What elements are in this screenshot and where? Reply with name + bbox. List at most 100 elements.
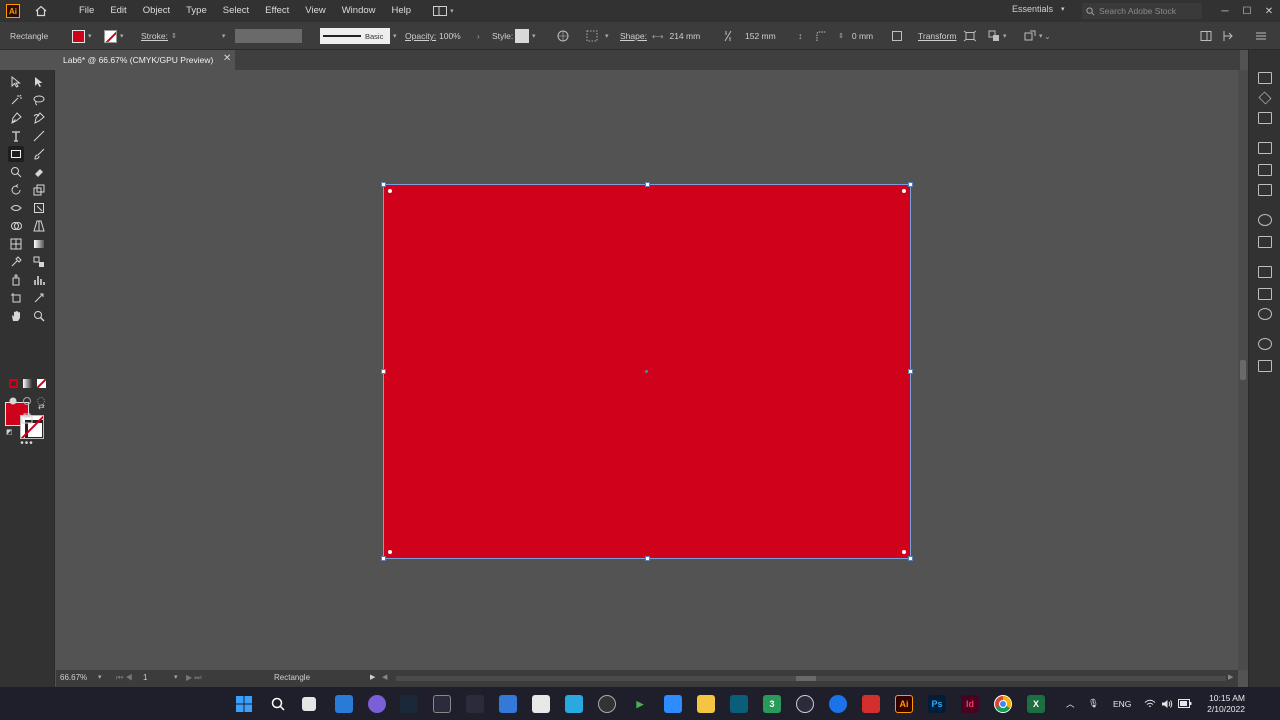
shape-builder-tool-icon[interactable] <box>8 218 24 234</box>
app-icon-6[interactable] <box>433 695 451 713</box>
width-field[interactable]: ⟷ 214 mm <box>652 22 700 50</box>
corner-widget-bottom-right[interactable] <box>901 549 907 555</box>
line-segment-tool-icon[interactable] <box>31 128 47 144</box>
widgets-icon[interactable] <box>335 695 353 713</box>
stroke-label[interactable]: Stroke: <box>141 22 168 50</box>
app-icon-19[interactable] <box>862 695 880 713</box>
scroll-right-icon[interactable]: ▶ <box>1228 673 1233 681</box>
bounding-handle-right[interactable] <box>908 369 913 374</box>
volume-icon[interactable] <box>1161 687 1173 720</box>
artboard-tool-icon[interactable] <box>8 290 24 306</box>
artboard-next-icons[interactable]: ▶ ⏭ <box>186 673 202 683</box>
transform-label[interactable]: Transform <box>918 22 956 50</box>
stroke-weight-stepper[interactable]: ⇕ ▾ <box>171 22 225 50</box>
edit-toolbar-icon[interactable]: ••• <box>19 435 35 451</box>
rectangle-center-point[interactable] <box>645 370 648 373</box>
paintbrush-tool-icon[interactable] <box>31 146 47 162</box>
battery-icon[interactable] <box>1178 687 1192 720</box>
isolate-button[interactable] <box>963 22 977 50</box>
maximize-button[interactable]: ☐ <box>1236 0 1258 22</box>
gradient-tool-icon[interactable] <box>31 236 47 252</box>
transform-icon-button[interactable] <box>891 22 903 50</box>
chevron-down-icon[interactable]: ⌄ <box>1044 22 1051 50</box>
width-tool-icon[interactable] <box>8 200 24 216</box>
mesh-tool-icon[interactable] <box>8 236 24 252</box>
show-hidden-icons[interactable]: ︿ <box>1066 687 1075 720</box>
vertical-scrollbar[interactable] <box>1238 70 1248 670</box>
vertical-scroll-thumb[interactable] <box>1240 360 1246 380</box>
windows-start-icon[interactable] <box>235 695 253 713</box>
rotate-tool-icon[interactable] <box>8 182 24 198</box>
stroke-panel-icon[interactable] <box>1258 266 1272 278</box>
control-menu-button[interactable] <box>1256 22 1266 50</box>
direct-selection-tool-icon[interactable] <box>31 74 47 90</box>
scale-tool-icon[interactable] <box>31 182 47 198</box>
wifi-icon[interactable] <box>1144 687 1156 720</box>
lasso-tool-icon[interactable] <box>31 92 47 108</box>
symbols-panel-icon[interactable] <box>1258 308 1272 320</box>
home-icon[interactable] <box>34 4 48 18</box>
arrange-documents-button[interactable]: ▾ <box>433 6 454 16</box>
bounding-handle-bottom-right[interactable] <box>908 556 913 561</box>
menu-effect[interactable]: Effect <box>257 0 297 22</box>
horizontal-scrollbar[interactable] <box>396 676 1226 681</box>
align-options-button[interactable]: ▾ <box>586 22 609 50</box>
menu-help[interactable]: Help <box>384 0 420 22</box>
fill-swatch[interactable] <box>72 29 85 43</box>
height-value[interactable]: 152 mm <box>745 31 776 41</box>
menu-type[interactable]: Type <box>178 0 215 22</box>
magic-wand-tool-icon[interactable] <box>8 92 24 108</box>
app-icon-10[interactable] <box>565 695 583 713</box>
blend-tool-icon[interactable] <box>31 254 47 270</box>
pen-tool-icon[interactable] <box>8 110 24 126</box>
menu-edit[interactable]: Edit <box>102 0 134 22</box>
select-similar-button[interactable]: ▾ <box>1024 22 1043 50</box>
screen-mode-icon[interactable] <box>19 411 35 427</box>
artboards-panel-icon[interactable] <box>1258 142 1272 154</box>
recolor-artwork-button[interactable] <box>557 22 569 50</box>
chevron-right-icon[interactable]: › <box>477 22 480 50</box>
constrain-proportions-button[interactable] <box>723 22 733 50</box>
perspective-grid-tool-icon[interactable] <box>31 218 47 234</box>
curvature-tool-icon[interactable] <box>31 110 47 126</box>
photoshop-taskbar-icon[interactable]: Ps <box>928 695 946 713</box>
menu-select[interactable]: Select <box>215 0 257 22</box>
none-mode-icon[interactable] <box>33 375 49 391</box>
arrange-button[interactable]: ▾ <box>988 22 1007 50</box>
teams-chat-icon[interactable] <box>368 695 386 713</box>
indesign-taskbar-icon[interactable]: Id <box>961 695 979 713</box>
width-value[interactable]: 214 mm <box>669 31 700 41</box>
corner-widget-bottom-left[interactable] <box>387 549 393 555</box>
brush-definition[interactable]: Basic ▾ <box>320 22 397 50</box>
graphic-style-picker[interactable]: ▾ <box>515 22 536 50</box>
task-view-icon[interactable] <box>302 697 316 711</box>
bounding-handle-top-right[interactable] <box>908 182 913 187</box>
app-icon-12[interactable]: ▶ <box>631 695 649 713</box>
variable-width-profile[interactable] <box>235 22 302 50</box>
hand-tool-icon[interactable] <box>8 308 24 324</box>
app-icon-16[interactable]: 3 <box>763 695 781 713</box>
close-window-button[interactable]: ✕ <box>1258 0 1280 22</box>
shaper-tool-icon[interactable] <box>8 164 24 180</box>
stroke-weight-field[interactable] <box>181 29 219 43</box>
minimize-button[interactable]: ─ <box>1214 0 1236 22</box>
panel-toggle-button[interactable] <box>1200 22 1212 50</box>
bounding-handle-left[interactable] <box>381 369 386 374</box>
graphic-styles-panel-icon[interactable] <box>1258 360 1272 372</box>
menu-object[interactable]: Object <box>135 0 178 22</box>
document-tab[interactable]: Lab6* @ 66.67% (CMYK/GPU Preview) ✕ <box>55 50 235 70</box>
symbol-sprayer-tool-icon[interactable] <box>8 272 24 288</box>
calculator-icon[interactable] <box>499 695 517 713</box>
corner-radius-field[interactable]: ⇕ 0 mm <box>838 22 873 50</box>
chevron-down-icon[interactable]: ▾ <box>98 673 102 681</box>
microphone-icon[interactable]: 🎙︎ <box>1088 687 1099 720</box>
free-transform-tool-icon[interactable] <box>31 200 47 216</box>
app-icon-15[interactable] <box>730 695 748 713</box>
shape-label[interactable]: Shape: <box>620 22 647 50</box>
status-menu-arrow-icon[interactable]: ▶ <box>370 673 375 681</box>
eraser-tool-icon[interactable] <box>31 164 47 180</box>
app-icon-7[interactable] <box>466 695 484 713</box>
file-explorer-icon[interactable] <box>697 695 715 713</box>
corner-widget-top-right[interactable] <box>901 188 907 194</box>
brushes-panel-icon[interactable] <box>1258 288 1272 300</box>
